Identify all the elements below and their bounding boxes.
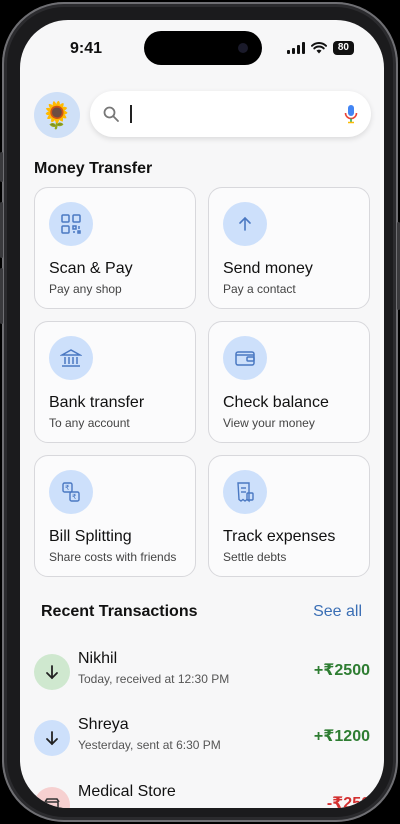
card-title: Check balance: [223, 394, 329, 411]
search-bar[interactable]: [90, 91, 371, 137]
mute-switch: [0, 152, 3, 182]
card-subtitle: To any account: [49, 416, 130, 430]
card-subtitle: View your money: [223, 416, 315, 430]
card-title: Track expenses: [223, 528, 336, 545]
transaction-row[interactable]: Nikhil Today, received at 12:30 PM +₹250…: [34, 650, 370, 694]
receipt-icon: [223, 470, 267, 514]
search-icon: [103, 106, 119, 122]
section-title-money-transfer: Money Transfer: [34, 160, 153, 177]
phone-frame: 9:41 80 🌻 Money Transfer Scan & Pay Pay …: [0, 2, 400, 822]
store-icon: [34, 787, 70, 808]
check-balance-card[interactable]: Check balance View your money: [208, 321, 370, 443]
signal-icon: [286, 42, 305, 54]
card-title: Bill Splitting: [49, 528, 132, 545]
see-all-link[interactable]: See all: [313, 603, 362, 621]
transaction-row[interactable]: Medical Store -₹250: [34, 783, 370, 808]
transaction-amount: +₹2500: [313, 662, 370, 679]
transaction-meta: Today, received at 12:30 PM: [78, 672, 230, 686]
card-subtitle: Pay a contact: [223, 282, 296, 296]
transaction-name: Shreya: [78, 716, 129, 733]
bank-transfer-card[interactable]: Bank transfer To any account: [34, 321, 196, 443]
volume-up-button: [0, 202, 3, 258]
track-expenses-card[interactable]: Track expenses Settle debts: [208, 455, 370, 577]
section-title-recent-transactions: Recent Transactions: [41, 603, 198, 620]
bill-split-icon: ₹ ₹: [49, 470, 93, 514]
card-title: Scan & Pay: [49, 260, 133, 277]
svg-text:₹: ₹: [72, 493, 77, 501]
transaction-amount: -₹250: [326, 795, 370, 808]
transaction-amount: +₹1200: [313, 728, 370, 745]
arrow-down-icon: [34, 654, 70, 690]
status-time: 9:41: [70, 40, 103, 57]
card-title: Send money: [223, 260, 313, 277]
mic-icon[interactable]: [343, 104, 359, 124]
bank-icon: [49, 336, 93, 380]
dynamic-island: [144, 31, 262, 65]
sunflower-icon: 🌻: [40, 99, 74, 130]
status-icons: 80: [286, 41, 354, 55]
wifi-icon: [310, 42, 327, 54]
card-subtitle: Pay any shop: [49, 282, 122, 296]
svg-text:₹: ₹: [65, 484, 70, 492]
card-subtitle: Share costs with friends: [49, 550, 177, 564]
arrow-up-icon: [223, 202, 267, 246]
screen: 9:41 80 🌻 Money Transfer Scan & Pay Pay …: [20, 20, 384, 808]
transaction-name: Medical Store: [78, 783, 176, 800]
qr-scan-icon: [49, 202, 93, 246]
card-subtitle: Settle debts: [223, 550, 287, 564]
search-input[interactable]: [130, 105, 132, 123]
camera-icon: [238, 43, 248, 53]
scan-pay-card[interactable]: Scan & Pay Pay any shop: [34, 187, 196, 309]
battery-indicator: 80: [332, 41, 354, 55]
transaction-name: Nikhil: [78, 650, 118, 667]
transaction-row[interactable]: Shreya Yesterday, sent at 6:30 PM +₹1200: [34, 716, 370, 760]
bill-splitting-card[interactable]: ₹ ₹ Bill Splitting Share costs with frie…: [34, 455, 196, 577]
avatar[interactable]: 🌻: [34, 92, 80, 138]
wallet-icon: [223, 336, 267, 380]
volume-down-button: [0, 268, 3, 324]
send-money-card[interactable]: Send money Pay a contact: [208, 187, 370, 309]
arrow-down-icon: [34, 720, 70, 756]
card-title: Bank transfer: [49, 394, 145, 411]
transaction-meta: Yesterday, sent at 6:30 PM: [78, 738, 221, 752]
